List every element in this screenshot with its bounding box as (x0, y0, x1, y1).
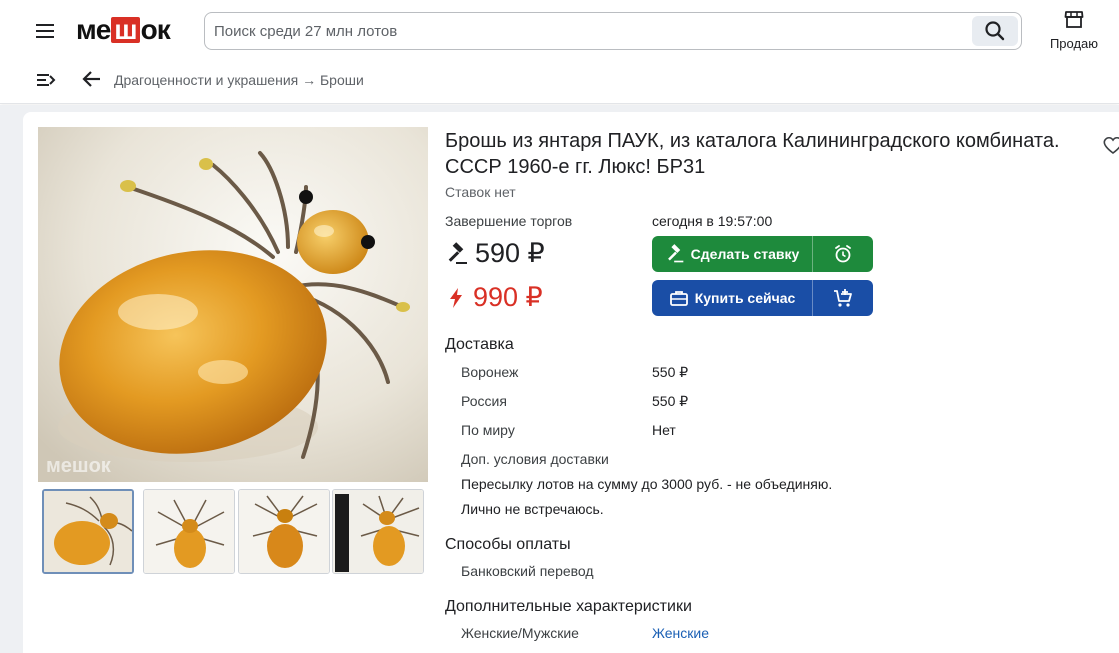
current-price-value: 590 ₽ (475, 238, 545, 268)
photo-watermark: мешок (46, 455, 112, 477)
breadcrumb: Драгоценности и украшения → Броши (114, 72, 364, 88)
thumbnail-3[interactable] (238, 489, 330, 574)
favorite-heart-icon[interactable] (1102, 134, 1119, 156)
place-bid-main[interactable]: Сделать ставку (652, 236, 812, 272)
hamburger-menu-icon[interactable] (32, 20, 58, 42)
delivery-row-value: Нет (652, 422, 676, 438)
gavel-icon (667, 244, 684, 263)
delivery-row-value: 550 ₽ (652, 393, 689, 409)
characteristics-heading: Дополнительные характеристики (445, 598, 692, 615)
site-logo[interactable]: ме ш ок (76, 13, 171, 47)
delivery-heading: Доставка (445, 336, 514, 353)
characteristic-value-link[interactable]: Женские (652, 625, 709, 641)
lot-title: Брошь из янтаря ПАУК, из каталога Калини… (445, 130, 1060, 178)
search-input[interactable] (214, 13, 954, 49)
categories-menu-icon[interactable] (34, 70, 58, 90)
current-price: 590 ₽ (445, 238, 545, 269)
buy-now-main[interactable]: Купить сейчас (652, 280, 812, 316)
add-to-cart-icon (834, 289, 852, 307)
gavel-icon (448, 241, 467, 264)
auction-end-value: сегодня в 19:57:00 (652, 213, 773, 229)
lightning-icon (450, 287, 462, 308)
briefcase-icon (669, 291, 688, 306)
buy-now-label: Купить сейчас (694, 290, 796, 306)
main-lot-photo[interactable]: мешок (38, 127, 428, 482)
top-header: мешок Продаю Д (0, 0, 1119, 104)
back-arrow-icon[interactable] (80, 67, 104, 91)
buy-now-button[interactable]: Купить сейчас (652, 280, 873, 316)
delivery-row-value: 550 ₽ (652, 364, 689, 380)
logo-text-left: ме (76, 14, 111, 45)
add-to-cart-button[interactable] (813, 280, 873, 316)
buy-now-price: 990 ₽ (445, 282, 543, 313)
delivery-row-label: Воронеж (461, 364, 519, 380)
delivery-extra-label: Доп. условия доставки (461, 451, 609, 467)
search-button[interactable] (972, 16, 1018, 46)
payment-heading: Способы оплаты (445, 536, 571, 553)
delivery-note: Пересылку лотов на сумму до 3000 руб. - … (461, 476, 833, 492)
logo-text-mid: ш (111, 16, 140, 44)
characteristic-label: Женские/Мужские (461, 625, 579, 641)
store-icon (1064, 11, 1084, 28)
thumbnail-4[interactable] (332, 489, 424, 574)
auction-end-label: Завершение торгов (445, 213, 573, 229)
set-reminder-button[interactable] (813, 236, 873, 272)
delivery-note: Лично не встречаюсь. (461, 501, 604, 517)
delivery-row-label: Россия (461, 393, 507, 409)
logo-text-right: ок (140, 14, 171, 45)
buy-now-price-value: 990 ₽ (473, 282, 543, 312)
place-bid-label: Сделать ставку (690, 246, 800, 262)
place-bid-button[interactable]: Сделать ставку (652, 236, 873, 272)
thumbnail-2[interactable] (143, 489, 235, 574)
payment-method: Банковский перевод (461, 563, 594, 579)
alarm-clock-icon (835, 245, 851, 263)
search-bar (204, 12, 1022, 50)
sell-button[interactable]: Продаю (1046, 10, 1102, 52)
sell-label: Продаю (1049, 36, 1099, 51)
search-icon (985, 21, 1005, 41)
breadcrumb-link[interactable]: Драгоценности и украшения → Броши (114, 72, 364, 88)
delivery-row-label: По миру (461, 422, 515, 438)
bids-count: Ставок нет (445, 184, 516, 200)
thumbnail-1[interactable] (42, 489, 134, 574)
